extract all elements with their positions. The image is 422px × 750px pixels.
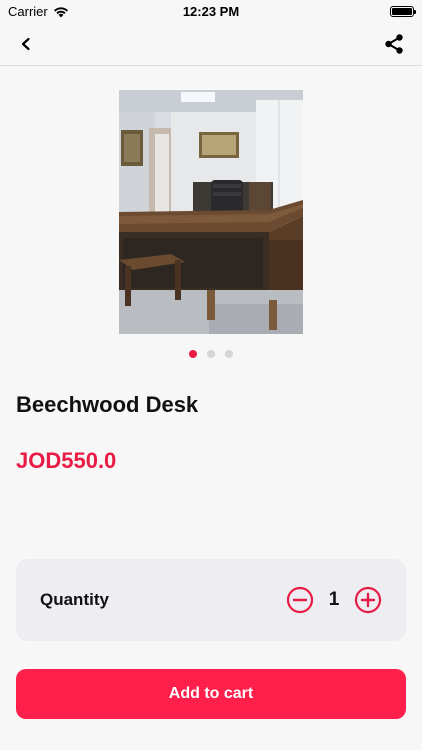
quantity-label: Quantity xyxy=(40,590,109,609)
chevron-left-icon xyxy=(21,37,30,51)
pager-dot[interactable] xyxy=(225,350,233,358)
nav-bar xyxy=(0,22,422,66)
plus-icon[interactable] xyxy=(354,586,382,614)
office-desk-photo xyxy=(119,90,303,334)
quantity-stepper: 1 xyxy=(286,586,382,614)
quantity-card: Quantity 1 xyxy=(16,559,406,641)
product-title: Beechwood Desk xyxy=(16,392,199,417)
status-bar: Carrier 12:23 PM xyxy=(0,0,422,22)
pager-dot[interactable] xyxy=(189,350,197,358)
image-pager[interactable] xyxy=(0,350,422,358)
battery-icon xyxy=(390,6,416,17)
minus-icon[interactable] xyxy=(286,586,314,614)
quantity-value: 1 xyxy=(328,589,340,610)
status-time: 12:23 PM xyxy=(182,4,240,19)
product-image[interactable] xyxy=(119,90,303,334)
share-icon xyxy=(385,34,403,54)
pager-dot[interactable] xyxy=(207,350,215,358)
back-button[interactable] xyxy=(12,30,40,58)
add-to-cart-button[interactable]: Add to cart xyxy=(16,669,406,719)
product-price: JOD550.0 xyxy=(16,448,117,473)
share-button[interactable] xyxy=(380,30,408,58)
